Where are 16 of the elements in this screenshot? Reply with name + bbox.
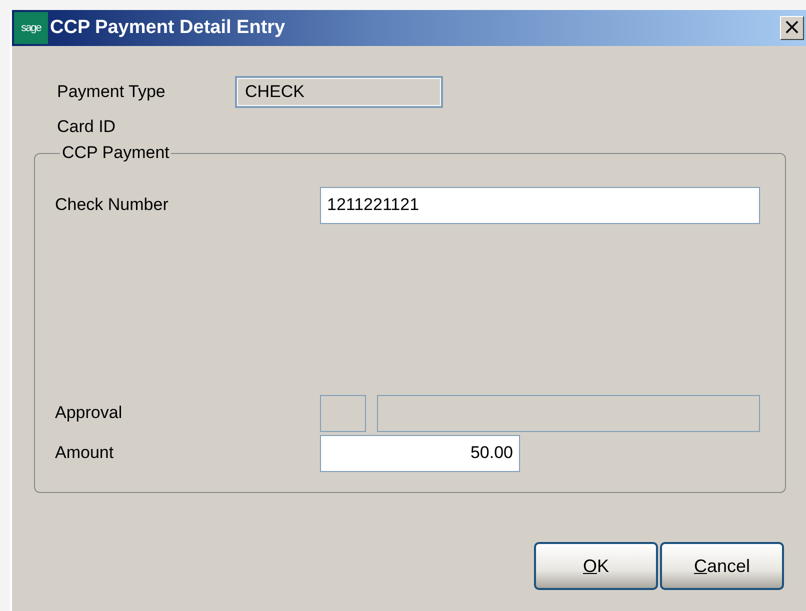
close-button[interactable]: × xyxy=(780,16,804,40)
dialog-button[interactable]: OK xyxy=(534,542,658,590)
group-title: CCP Payment xyxy=(61,143,170,163)
payment-type-field[interactable]: CHECK xyxy=(235,76,443,108)
field-label: Check Number xyxy=(55,195,170,215)
app-logo: sage xyxy=(14,12,48,44)
field-label: Amount xyxy=(55,443,115,463)
input-field[interactable] xyxy=(320,394,366,432)
input-field[interactable]: 1211221121 xyxy=(320,186,760,224)
field-label: Approval xyxy=(55,403,124,423)
field-label: Card ID xyxy=(56,117,117,137)
field-label: Payment Type xyxy=(56,82,166,102)
dialog-button[interactable]: Cancel xyxy=(660,542,784,590)
input-field[interactable]: 50.00 xyxy=(320,434,520,472)
input-field[interactable] xyxy=(377,394,760,432)
window-title: CCP Payment Detail Entry xyxy=(50,17,286,39)
